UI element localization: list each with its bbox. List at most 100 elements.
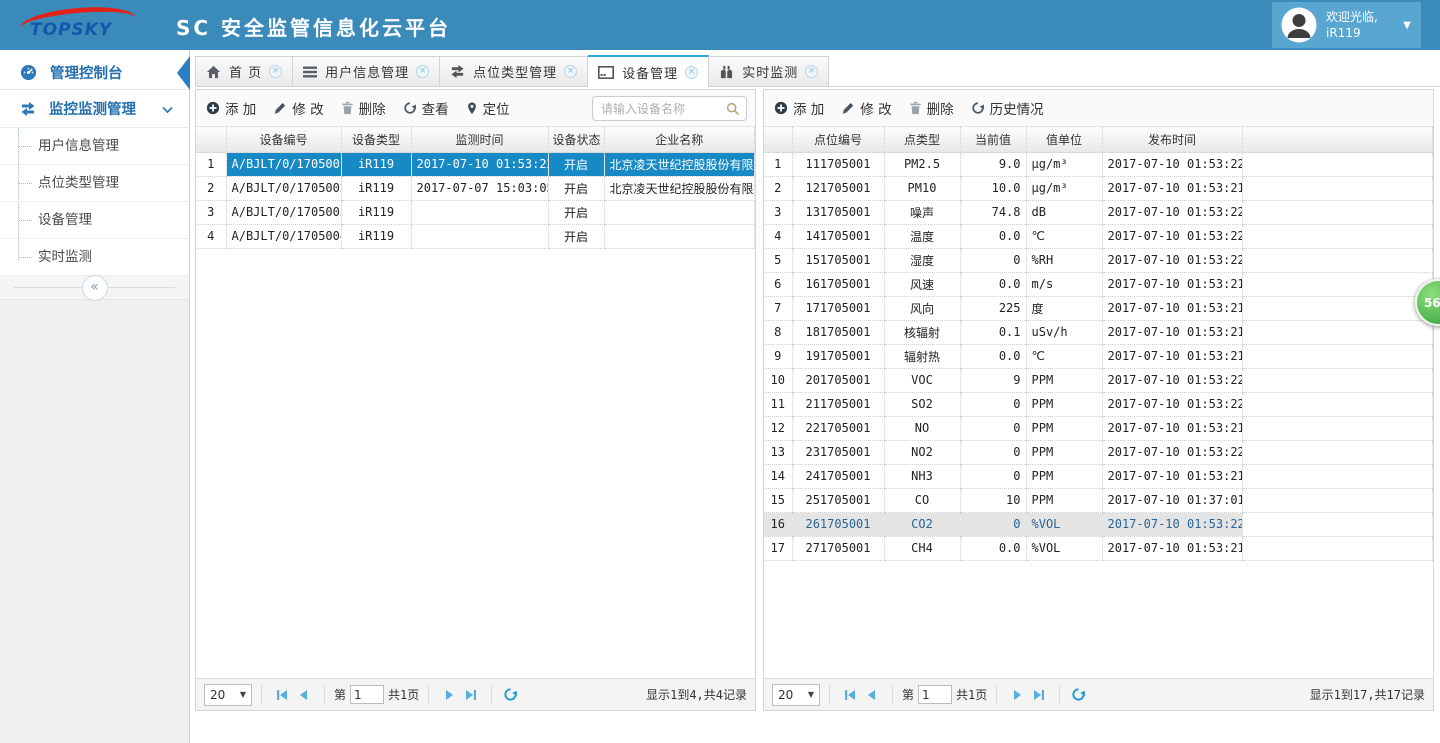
close-tab-icon[interactable]: × [269,65,282,78]
column-header: 监测时间 [411,127,548,152]
close-tab-icon[interactable]: × [416,65,429,78]
table-row[interactable]: 2121705001PM1010.0μg/m³2017-07-10 01:53:… [764,176,1433,200]
table-cell: 2017-07-10 01:53:22 [1102,440,1242,464]
logo-text: TOPSKY [30,20,112,40]
search-icon[interactable] [726,102,740,116]
row-number-cell: 10 [764,368,792,392]
device-panel: 添 加 修 改 删除 [195,89,756,711]
table-cell: 2017-07-10 01:53:22 [1102,368,1242,392]
user-menu[interactable]: 欢迎光临, iR119 ▼ [1272,2,1421,48]
row-number-cell: 8 [764,320,792,344]
add-button[interactable]: 添 加 [206,98,256,118]
reload-button[interactable] [503,687,518,702]
close-tab-icon[interactable]: × [685,66,698,79]
table-row[interactable]: 1111705001PM2.59.0μg/m³2017-07-10 01:53:… [764,152,1433,176]
sidebar-item-user-info[interactable]: 用户信息管理 [0,128,189,165]
table-cell: CO [884,488,960,512]
row-number-cell: 15 [764,488,792,512]
table-row[interactable]: 13231705001NO20PPM2017-07-10 01:53:22 [764,440,1433,464]
collapse-sidebar-button[interactable]: « [82,275,108,301]
table-cell: dB [1026,200,1102,224]
table-row[interactable]: 12221705001NO0PPM2017-07-10 01:53:21 [764,416,1433,440]
table-row[interactable]: 14241705001NH30PPM2017-07-10 01:53:21 [764,464,1433,488]
tab-user-info[interactable]: 用户信息管理 × [293,56,440,86]
table-cell: 2017-07-07 15:03:05 [411,176,548,200]
point-pagination: 20 ▼ 第 共1页 [764,678,1433,710]
page-number-input[interactable] [350,685,384,704]
table-row[interactable]: 11211705001SO20PPM2017-07-10 01:53:22 [764,392,1433,416]
table-row[interactable]: 10201705001VOC9PPM2017-07-10 01:53:22 [764,368,1433,392]
table-cell: μg/m³ [1026,176,1102,200]
tab-point-type[interactable]: 点位类型管理 × [440,56,588,86]
page-number-input[interactable] [918,685,952,704]
user-dropdown-caret-icon[interactable]: ▼ [1403,20,1411,31]
table-row[interactable]: 9191705001辐射热0.0℃2017-07-10 01:53:21 [764,344,1433,368]
delete-button[interactable]: 删除 [909,98,954,118]
table-row[interactable]: 4A/BJLT/0/1705004iR119开启 [196,224,755,248]
table-cell: 核辐射 [884,320,960,344]
table-row[interactable]: 7171705001风向225度2017-07-10 01:53:21 [764,296,1433,320]
sidebar-item-console[interactable]: 管理控制台 [0,56,189,90]
add-label: 添 加 [225,98,256,118]
edit-button[interactable]: 修 改 [273,98,323,118]
tab-home[interactable]: 首 页 × [195,56,293,86]
locate-button[interactable]: 定位 [466,98,510,118]
last-page-button[interactable] [1032,688,1046,702]
table-cell: 9 [960,368,1026,392]
next-page-button[interactable] [442,688,456,702]
column-header: 企业名称 [604,127,755,152]
table-row[interactable]: 5151705001湿度0%RH2017-07-10 01:53:22 [764,248,1433,272]
tab-realtime[interactable]: 实时监测 × [709,56,829,86]
table-header-row: 点位编号点类型当前值值单位发布时间 [764,127,1433,152]
first-page-button[interactable] [843,688,857,702]
close-tab-icon[interactable]: × [564,65,577,78]
row-number-cell: 9 [764,344,792,368]
device-search-input[interactable] [593,102,726,116]
edit-button[interactable]: 修 改 [841,98,891,118]
table-row[interactable]: 2A/BJLT/0/1705002iR1192017-07-07 15:03:0… [196,176,755,200]
delete-button[interactable]: 删除 [341,98,386,118]
table-cell: CH4 [884,536,960,560]
last-page-button[interactable] [464,688,478,702]
table-cell: 225 [960,296,1026,320]
table-row[interactable]: 8181705001核辐射0.1uSv/h2017-07-10 01:53:21 [764,320,1433,344]
view-button[interactable]: 查看 [403,98,449,118]
page-size-select[interactable]: 20 ▼ [204,684,252,706]
column-header: 当前值 [960,127,1026,152]
table-row[interactable]: 4141705001温度0.0℃2017-07-10 01:53:22 [764,224,1433,248]
first-page-icon [275,688,289,702]
table-cell: PPM [1026,464,1102,488]
table-cell: 0.0 [960,272,1026,296]
table-row[interactable]: 17271705001CH40.0%VOL2017-07-10 01:53:21 [764,536,1433,560]
add-button[interactable]: 添 加 [774,98,824,118]
first-page-button[interactable] [275,688,289,702]
point-table-area: 点位编号点类型当前值值单位发布时间1111705001PM2.59.0μg/m³… [764,127,1433,678]
history-button[interactable]: 历史情况 [971,98,1044,118]
user-avatar-icon [1281,7,1317,43]
next-page-icon [442,688,456,702]
table-row[interactable]: 3A/BJLT/0/1705003iR119开启 [196,200,755,224]
table-cell: 121705001 [792,176,884,200]
first-page-icon [843,688,857,702]
reload-button[interactable] [1071,687,1086,702]
table-cell: 2017-07-10 01:53:22 [1102,248,1242,272]
tab-device-mgmt[interactable]: 设备管理 × [588,55,709,87]
table-row[interactable]: 16261705001CO20%VOL2017-07-10 01:53:22 [764,512,1433,536]
topsky-logo: TOPSKY [16,4,146,46]
sidebar-item-realtime[interactable]: 实时监测 [0,239,189,276]
sidebar-item-monitor-group[interactable]: 监控监测管理 [0,90,189,128]
close-tab-icon[interactable]: × [805,65,818,78]
table-row[interactable]: 6161705001风速0.0m/s2017-07-10 01:53:21 [764,272,1433,296]
table-row[interactable]: 3131705001噪声74.8dB2017-07-10 01:53:22 [764,200,1433,224]
filler-cell [1242,440,1433,464]
table-row[interactable]: 1A/BJLT/0/1705001iR1192017-07-10 01:53:2… [196,152,755,176]
prev-page-button[interactable] [297,688,311,702]
table-row[interactable]: 15251705001CO10PPM2017-07-10 01:37:01 [764,488,1433,512]
chevron-down-icon [162,106,173,114]
prev-page-button[interactable] [865,688,879,702]
table-cell: 开启 [548,152,604,176]
sidebar-item-point-type[interactable]: 点位类型管理 [0,165,189,202]
sidebar-item-device-mgmt[interactable]: 设备管理 [0,202,189,239]
page-size-select[interactable]: 20 ▼ [772,684,820,706]
next-page-button[interactable] [1010,688,1024,702]
